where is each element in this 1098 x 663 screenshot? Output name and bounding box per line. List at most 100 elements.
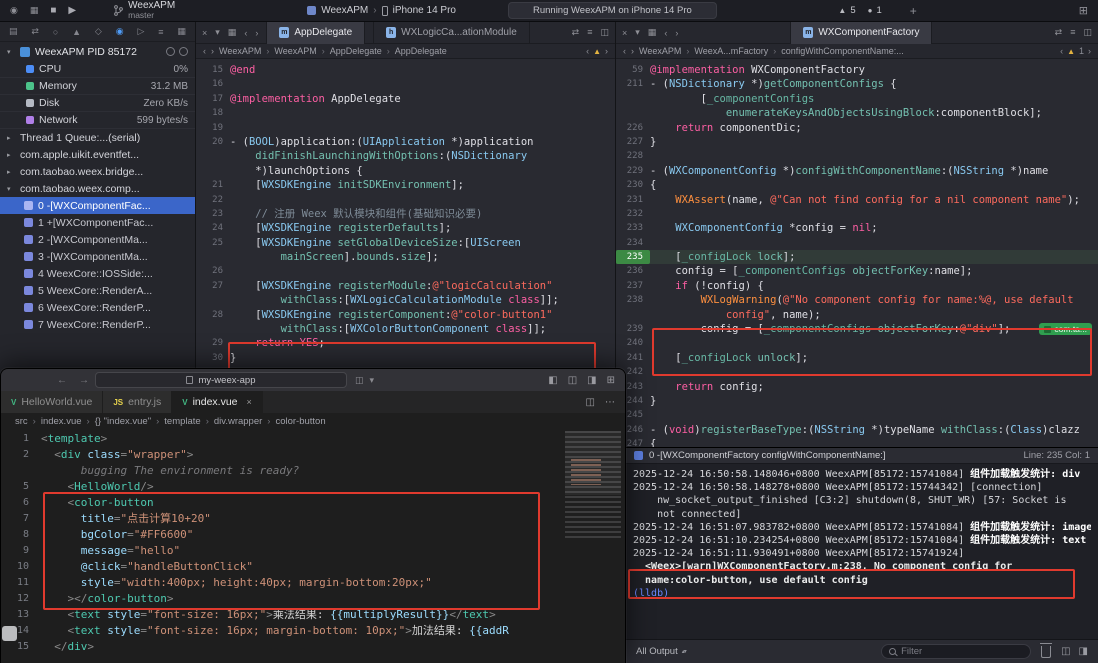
code-line[interactable]: didFinishLaunchingWithOptions:(NSDiction… [196, 149, 615, 163]
process-row[interactable]: ▾ WeexAPM PID 85172 [0, 42, 195, 61]
thread-row[interactable]: ▸com.apple.uikit.eventfet... [0, 146, 195, 163]
stack-frame[interactable]: 2 -[WXComponentMa... [0, 231, 195, 248]
code-line[interactable]: 234 [616, 236, 1098, 250]
code-line[interactable]: 59@implementation WXComponentFactory [616, 63, 1098, 77]
navigator-tab-icon[interactable]: ◇ [95, 26, 102, 37]
swap-icon[interactable]: ⇄ [1055, 27, 1063, 38]
forward-icon[interactable]: › [255, 28, 258, 38]
next-issue-icon[interactable]: › [1088, 46, 1091, 56]
disclosure-triangle[interactable]: ▾ [7, 48, 15, 56]
back-icon[interactable]: ‹ [664, 28, 667, 38]
scheme-selector[interactable]: WeexAPM › iPhone 14 Pro [307, 5, 456, 16]
pause-process-button[interactable] [166, 47, 175, 56]
close-editor-icon[interactable]: × [202, 28, 207, 38]
code-line[interactable]: enumerateKeysAndObjectsUsingBlock:compon… [616, 106, 1098, 120]
layout-toggle-icon[interactable]: ⊞ [607, 375, 615, 386]
breadcrumb-item[interactable]: index.vue [41, 416, 82, 427]
close-editor-icon[interactable]: × [622, 28, 627, 38]
breadcrumb-item[interactable]: template [164, 416, 200, 427]
code-line[interactable]: 226 return componentDic; [616, 121, 1098, 135]
breadcrumb-item[interactable]: WeexAPM [274, 46, 316, 56]
stack-frame[interactable]: 5 WeexCore::RenderA... [0, 282, 195, 299]
stack-frame[interactable]: 0 -[WXComponentFac... [0, 197, 195, 214]
code-line[interactable]: 238 WXLogWarning(@"No component config f… [616, 293, 1098, 307]
view-process-button[interactable] [179, 47, 188, 56]
code-line[interactable]: 241 [_configLock unlock]; [616, 351, 1098, 365]
code-line[interactable]: 13 <text style="font-size: 16px;">乘法结果: … [1, 607, 625, 623]
dock-window-icon[interactable] [2, 626, 17, 641]
code-line[interactable]: 15@end [196, 63, 615, 77]
breadcrumb-item[interactable]: configWithComponentName:... [781, 46, 904, 56]
breadcrumb-item[interactable]: {} "index.vue" [95, 416, 151, 427]
code-line[interactable]: 26 [196, 264, 615, 278]
navigator-tab-icon[interactable]: ○ [53, 27, 58, 37]
debug-gauge-cpu[interactable]: CPU0% [0, 61, 195, 78]
back-icon[interactable]: ‹ [244, 28, 247, 38]
navigator-toggle-icon[interactable]: ▦ [30, 5, 39, 16]
navigator-tab-icon[interactable]: ▷ [137, 26, 144, 37]
code-area-appdelegate[interactable]: 15@end1617@implementation AppDelegate181… [196, 59, 615, 365]
tab-AppDelegate[interactable]: mAppDelegate [266, 22, 365, 44]
code-line[interactable]: 20- (BOOL)application:(UIApplication *)a… [196, 135, 615, 149]
back-icon[interactable]: ‹ [203, 46, 206, 56]
prev-issue-icon[interactable]: ‹ [1060, 46, 1063, 56]
project-chip[interactable]: WeexAPM master [114, 1, 175, 20]
record-icon[interactable]: ◉ [10, 5, 18, 16]
code-line[interactable]: 211- (NSDictionary *)getComponentConfigs… [616, 77, 1098, 91]
stack-frame[interactable]: 1 +[WXComponentFac... [0, 214, 195, 231]
code-line[interactable]: 244} [616, 394, 1098, 408]
disclosure-triangle[interactable]: ▾ [7, 185, 15, 193]
code-area-indexvue[interactable]: 1<template>2 <div class="wrapper"> buggi… [1, 429, 625, 663]
thread-row[interactable]: ▸com.taobao.weex.bridge... [0, 163, 195, 180]
run-button[interactable]: ▶ [68, 5, 76, 16]
navigator-tab-icon[interactable]: ▲ [72, 27, 81, 37]
stack-frame[interactable]: 6 WeexCore::RenderP... [0, 299, 195, 316]
debug-gauge-disk[interactable]: DiskZero KB/s [0, 95, 195, 112]
code-line[interactable]: 242 [616, 365, 1098, 379]
split-editor-icon[interactable]: ◫ [600, 27, 609, 38]
list-icon[interactable]: ≡ [1070, 27, 1075, 38]
code-line[interactable]: 24 [WXSDKEngine registerDefaults]; [196, 221, 615, 235]
tab-WXLogicCa...ationModule[interactable]: hWXLogicCa...ationModule [373, 22, 530, 44]
code-line[interactable]: 17@implementation AppDelegate [196, 92, 615, 106]
breadcrumb-item[interactable]: WeexA...mFactory [694, 46, 768, 56]
code-line[interactable]: 11 style="width:400px; height:40px; marg… [1, 575, 625, 591]
code-line[interactable]: 5 <HelloWorld/> [1, 479, 625, 495]
grid-icon[interactable]: ▦ [648, 27, 657, 38]
console-output[interactable]: 2025-12-24 16:50:58.148046+0800 WeexAPM[… [626, 464, 1098, 640]
code-area-wxcomponentfactory[interactable]: 59@implementation WXComponentFactory211-… [616, 59, 1098, 452]
breadcrumb-item[interactable]: div.wrapper [214, 416, 262, 427]
code-line[interactable]: bugging The environment is ready? [1, 463, 625, 479]
code-line[interactable]: 15 </div> [1, 639, 625, 655]
forward-icon[interactable]: › [211, 46, 214, 56]
hide-console-icon[interactable]: ◨ [1079, 646, 1088, 657]
stack-frame[interactable]: 4 WeexCore::IOSSide:... [0, 265, 195, 282]
vscode-title-bar[interactable]: ← → my-weex-app ◫ ▾ ◧◫◨⊞ [1, 369, 625, 391]
tab-entry.js[interactable]: JSentry.js [103, 391, 172, 413]
layout-toggle-icon[interactable]: ◧ [548, 375, 557, 386]
code-line[interactable]: 229- (WXComponentConfig *)configWithComp… [616, 164, 1098, 178]
code-line[interactable]: 239 config = [_componentConfigs objectFo… [616, 322, 1098, 336]
navigator-tab-icon[interactable]: ◉ [116, 26, 124, 37]
code-line[interactable]: 22 [196, 193, 615, 207]
tab-index.vue[interactable]: Vindex.vue× [172, 391, 263, 413]
disclosure-triangle[interactable]: ▸ [7, 151, 15, 159]
code-line[interactable]: 7 title="点击计算10+20" [1, 511, 625, 527]
code-line[interactable]: 21 [WXSDKEngine initSDKEnvironment]; [196, 178, 615, 192]
disclosure-triangle[interactable]: ▸ [7, 134, 15, 142]
navigator-tab-icon[interactable]: ▦ [177, 26, 186, 37]
code-line[interactable]: 232 [616, 207, 1098, 221]
code-line[interactable]: 237 if (!config) { [616, 279, 1098, 293]
back-icon[interactable]: ‹ [623, 46, 626, 56]
code-line[interactable]: 240 [616, 336, 1098, 350]
thread-row[interactable]: ▸Thread 1 Queue:...(serial) [0, 129, 195, 146]
navigator-tab-icon[interactable]: ≡ [158, 27, 163, 37]
stop-button[interactable]: ■ [50, 5, 56, 16]
issues-indicator[interactable]: ▲ 5 ● 1 [838, 5, 881, 16]
breadcrumb-item[interactable]: color-button [275, 416, 325, 427]
code-line[interactable]: 16 [196, 77, 615, 91]
prev-issue-icon[interactable]: ‹ [586, 46, 589, 56]
code-line[interactable]: 8 bgColor="#FF6600" [1, 527, 625, 543]
forward-icon[interactable]: › [675, 28, 678, 38]
breadcrumb-item[interactable]: src [15, 416, 28, 427]
